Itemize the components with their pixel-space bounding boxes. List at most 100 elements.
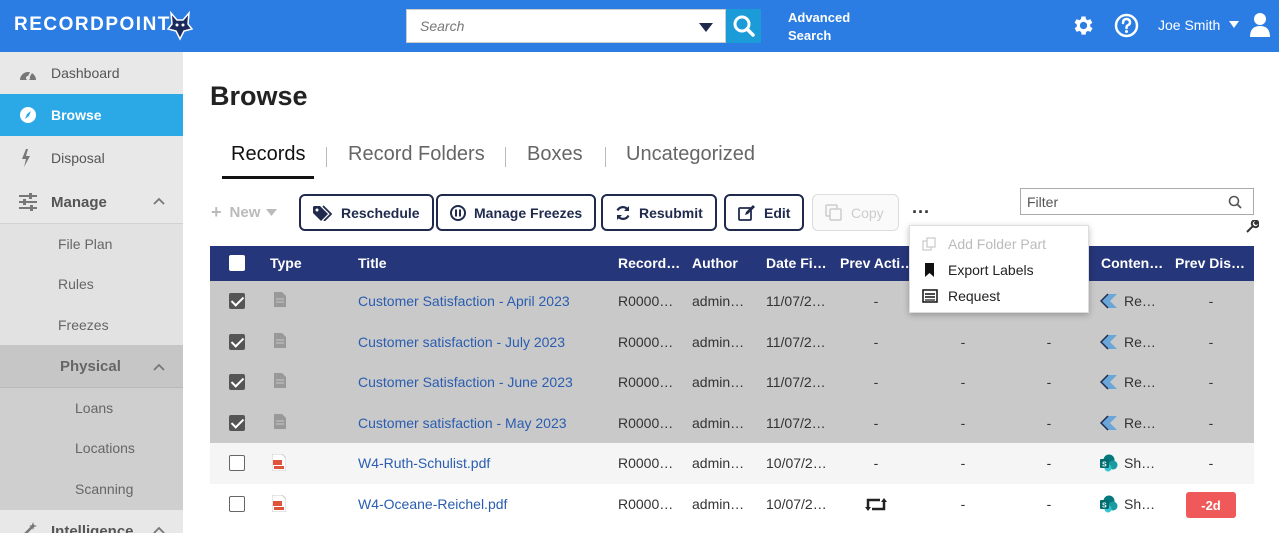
more-actions-button[interactable]: ··· (912, 202, 930, 223)
menu-item-add-folder-part[interactable]: Add Folder Part (922, 236, 1046, 252)
table-row[interactable]: Customer satisfaction - July 2023 R0000…… (210, 322, 1254, 363)
column-7-value: - (960, 334, 966, 350)
chevron-down-icon (266, 209, 278, 216)
select-all-checkbox[interactable] (229, 255, 245, 271)
more-actions-menu: Add Folder Part Export Labels Request (909, 225, 1089, 313)
record-title-link[interactable]: Customer Satisfaction - June 2023 (358, 374, 573, 390)
table-row[interactable]: Customer satisfaction - May 2023 R0000… … (210, 403, 1254, 444)
sidebar-item-disposal[interactable]: Disposal (0, 137, 183, 179)
prev-disposal: - (1208, 374, 1214, 390)
search-icon[interactable] (1228, 195, 1242, 209)
edit-button[interactable]: Edit (724, 194, 805, 231)
user-name[interactable]: Joe Smith (1158, 17, 1220, 33)
tab-divider (605, 147, 606, 167)
chevron-up-icon[interactable] (153, 363, 165, 371)
column-header-prev-disposal[interactable]: Prev Dis… (1175, 255, 1245, 271)
record-number: R0000… (618, 334, 674, 350)
help-icon[interactable] (1114, 13, 1139, 38)
prev-action: - (873, 374, 879, 390)
table-row[interactable]: W4-Ruth-Schulist.pdf R0000… admin… 10/07… (210, 443, 1254, 484)
sidebar-item-dashboard[interactable]: Dashboard (0, 52, 183, 94)
sidebar-item-physical[interactable]: Physical (0, 345, 183, 388)
menu-item-export-labels[interactable]: Export Labels (922, 262, 1034, 278)
tab-records[interactable]: Records (231, 143, 305, 166)
row-checkbox[interactable] (229, 455, 245, 471)
prev-disposal: - (1208, 334, 1214, 350)
record-number: R0000… (618, 455, 674, 471)
chevron-up-icon[interactable] (153, 526, 165, 533)
new-button[interactable]: + New (211, 202, 278, 223)
search-input[interactable] (407, 10, 687, 42)
sidebar-item-browse[interactable]: Browse (0, 94, 183, 136)
sidebar-item-file-plan[interactable]: File Plan (0, 224, 183, 264)
copy-icon (825, 203, 842, 221)
record-icon (1100, 334, 1117, 350)
manage-submenu: File Plan Rules Freezes (0, 223, 183, 345)
table-row[interactable]: Customer Satisfaction - April 2023 R0000… (210, 281, 1254, 322)
tab-uncategorized[interactable]: Uncategorized (626, 143, 755, 166)
gear-icon[interactable] (1071, 13, 1096, 38)
document-icon (274, 373, 286, 388)
chevron-down-icon[interactable] (699, 23, 713, 32)
column-7-value: - (960, 496, 966, 512)
column-header-content[interactable]: Conten… (1101, 255, 1163, 271)
table-row[interactable]: Customer Satisfaction - June 2023 R0000…… (210, 362, 1254, 403)
sidebar-item-intelligence[interactable]: Intelligence (0, 510, 183, 533)
sidebar-item-locations[interactable]: Locations (75, 440, 135, 456)
sidebar-item-freezes[interactable]: Freezes (0, 305, 183, 345)
column-header-record[interactable]: Record… (618, 255, 680, 271)
row-checkbox[interactable] (229, 374, 245, 390)
search-button[interactable] (726, 9, 761, 43)
sidebar-item-loans[interactable]: Loans (75, 400, 113, 416)
list-alt-icon (922, 289, 938, 303)
prev-action: - (873, 293, 879, 309)
column-8-value: - (1046, 496, 1052, 512)
column-header-type[interactable]: Type (270, 255, 302, 271)
record-title-link[interactable]: Customer satisfaction - May 2023 (358, 415, 567, 431)
sidebar-item-scanning[interactable]: Scanning (75, 481, 133, 497)
retweet-icon (865, 498, 887, 511)
tab-record-folders[interactable]: Record Folders (348, 143, 485, 166)
sidebar-item-label: Manage (51, 193, 107, 211)
advanced-search-link[interactable]: Advanced Search (788, 9, 868, 45)
sliders-icon (19, 193, 37, 211)
content-source: Re… (1124, 374, 1156, 390)
column-8-value: - (1046, 334, 1052, 350)
user-avatar-icon[interactable] (1249, 12, 1271, 38)
column-header-title[interactable]: Title (358, 255, 387, 271)
tab-boxes[interactable]: Boxes (527, 143, 583, 166)
edit-label: Edit (764, 204, 791, 221)
reschedule-button[interactable]: Reschedule (299, 194, 434, 231)
filter-box (1020, 188, 1254, 215)
filter-input[interactable] (1021, 189, 1216, 214)
sidebar-item-manage[interactable]: Manage (0, 181, 183, 223)
wrench-icon[interactable] (1246, 220, 1259, 233)
row-checkbox[interactable] (229, 415, 245, 431)
prev-action: - (873, 415, 879, 431)
logo[interactable]: RECORDPOINT (14, 14, 171, 36)
row-checkbox[interactable] (229, 496, 245, 512)
column-header-date[interactable]: Date Fi… (766, 255, 827, 271)
manage-freezes-button[interactable]: Manage Freezes (436, 194, 597, 231)
record-title-link[interactable]: Customer satisfaction - July 2023 (358, 334, 565, 350)
content-source: Re… (1124, 334, 1156, 350)
document-icon (274, 414, 286, 429)
row-checkbox[interactable] (229, 334, 245, 350)
chevron-up-icon[interactable] (153, 197, 165, 205)
column-header-prev-action[interactable]: Prev Acti… (840, 255, 914, 271)
sidebar-item-rules[interactable]: Rules (0, 264, 183, 304)
copy-button[interactable]: Copy (812, 194, 899, 231)
table-row[interactable]: W4-Oceane-Reichel.pdf R0000… admin… 10/0… (210, 484, 1254, 525)
prev-action: - (873, 334, 879, 350)
record-title-link[interactable]: W4-Oceane-Reichel.pdf (358, 496, 507, 512)
chevron-down-icon[interactable] (1229, 21, 1239, 28)
resubmit-button[interactable]: Resubmit (601, 194, 717, 231)
row-checkbox[interactable] (229, 293, 245, 309)
record-title-link[interactable]: Customer Satisfaction - April 2023 (358, 293, 570, 309)
wand-icon (24, 522, 37, 533)
menu-item-request[interactable]: Request (922, 288, 1000, 304)
reschedule-label: Reschedule (341, 204, 420, 221)
column-header-author[interactable]: Author (692, 255, 738, 271)
bolt-icon (22, 149, 30, 167)
record-title-link[interactable]: W4-Ruth-Schulist.pdf (358, 455, 490, 471)
